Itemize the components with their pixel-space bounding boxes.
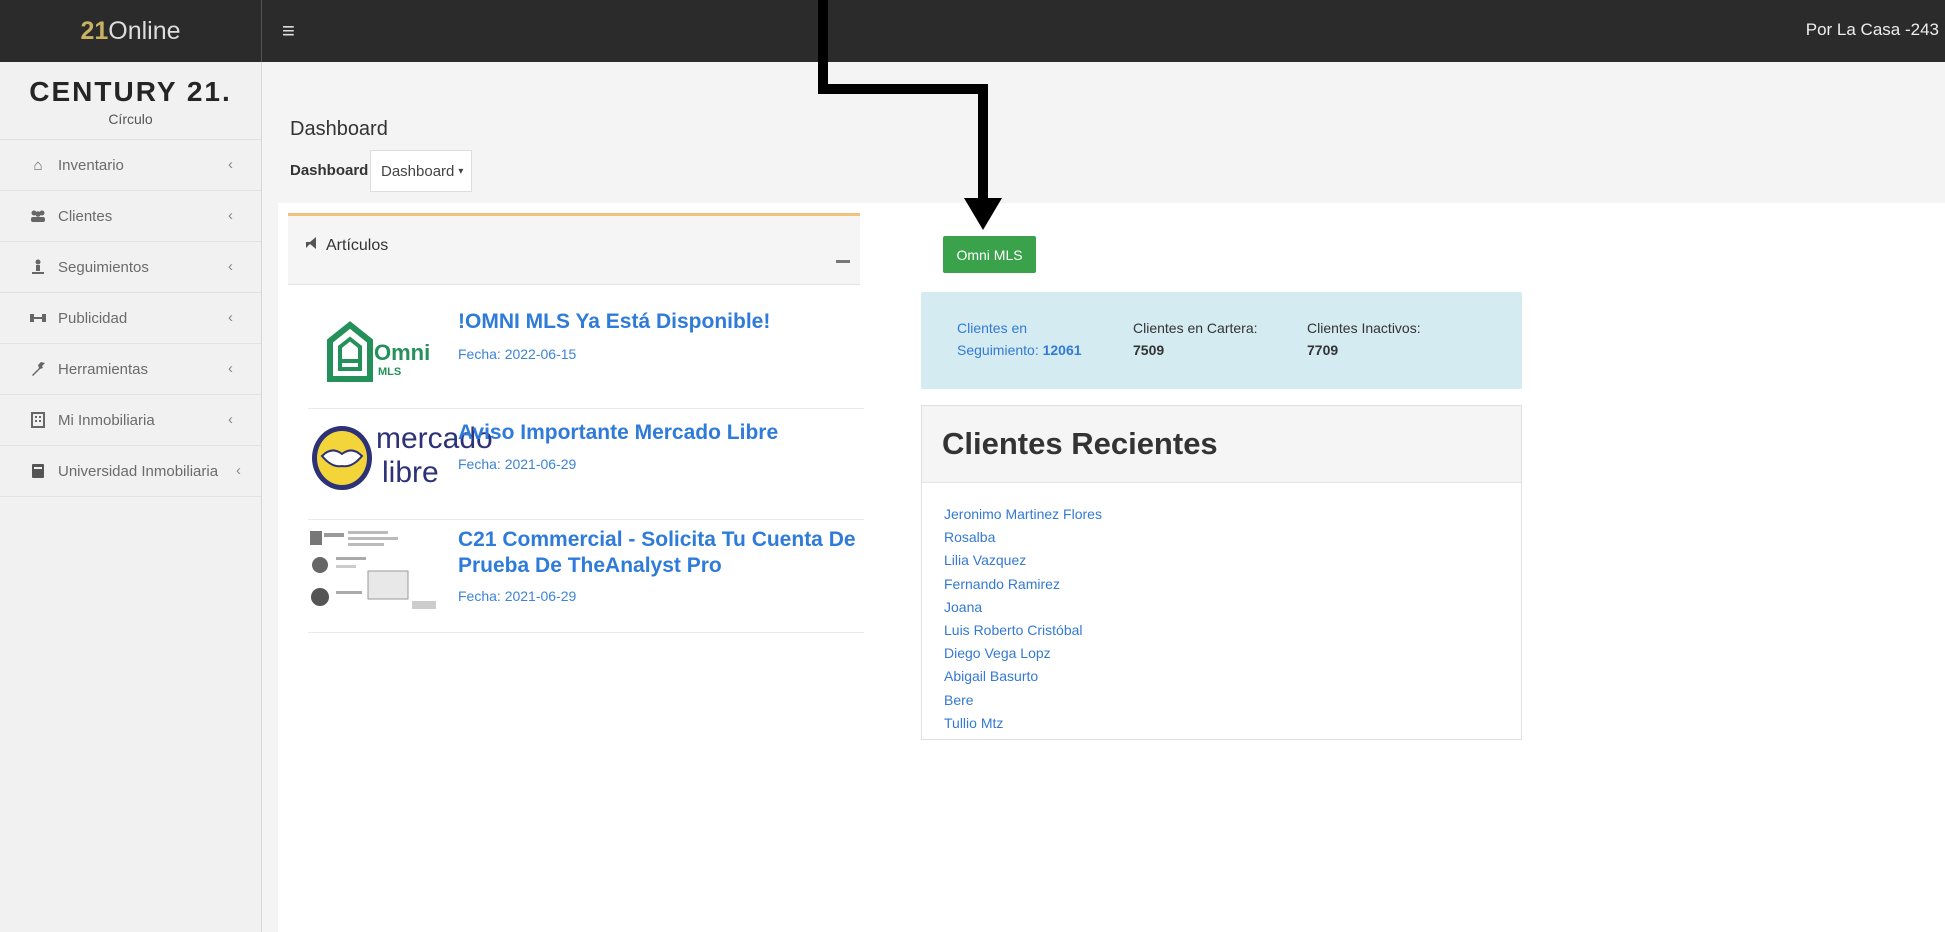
article-item[interactable]: Omni MLS !OMNI MLS Ya Está Disponible! F… xyxy=(308,299,864,409)
annotation-arrow-segment xyxy=(818,0,828,94)
mercado-logo-sub: libre xyxy=(382,456,439,489)
client-link[interactable]: Tullio Mtz xyxy=(944,712,1521,735)
omni-mls-button[interactable]: Omni MLS xyxy=(943,236,1036,273)
omni-logo-sub: MLS xyxy=(378,366,402,378)
recent-clients-panel: Clientes Recientes Jeronimo Martinez Flo… xyxy=(921,405,1522,740)
sidebar-item-label: Herramientas xyxy=(58,360,149,378)
wrench-icon xyxy=(28,361,48,377)
article-title-link[interactable]: !OMNI MLS Ya Está Disponible! xyxy=(458,309,770,335)
sidebar-item-label: Publicidad xyxy=(58,309,128,327)
caret-down-icon: ▾ xyxy=(458,165,464,177)
sidebar-item-label: Seguimientos xyxy=(58,258,149,276)
annotation-arrow-head xyxy=(964,198,1002,230)
chevron-left-icon: ‹ xyxy=(228,411,233,428)
book-icon xyxy=(28,463,48,479)
stat-seguimiento[interactable]: Clientes en Seguimiento: 12061 xyxy=(957,317,1082,361)
home-icon: ⌂ xyxy=(33,156,43,174)
omni-mls-logo: Omni MLS xyxy=(308,299,446,395)
chevron-left-icon: ‹ xyxy=(228,207,233,224)
client-link[interactable]: Diego Vega Lopz xyxy=(944,642,1521,665)
sidebar-item-inventario[interactable]: ⌂ Inventario ‹ xyxy=(0,140,261,191)
sidebar-item-label: Inventario xyxy=(58,156,124,174)
annotation-arrow-segment xyxy=(978,84,988,204)
sidebar: CENTURY 21. Círculo ⌂ Inventario ‹ Clien… xyxy=(0,62,262,932)
collapse-minus-icon[interactable] xyxy=(836,260,850,263)
chevron-left-icon: ‹ xyxy=(228,309,233,326)
chevron-left-icon: ‹ xyxy=(236,462,241,479)
stat-cartera-label: Clientes en Cartera: xyxy=(1133,320,1258,336)
client-link[interactable]: Abigail Basurto xyxy=(944,665,1521,688)
brand-number: 21 xyxy=(80,16,109,45)
dashboard-dropdown-value: Dashboard xyxy=(381,162,455,180)
chevron-left-icon: ‹ xyxy=(228,258,233,275)
user-menu[interactable]: Por La Casa -243 xyxy=(1806,20,1939,40)
mercado-libre-logo: mercado libre xyxy=(308,410,493,506)
articles-header: Artículos xyxy=(288,213,860,285)
stat-inactivos-value: 7709 xyxy=(1307,342,1339,358)
stat-cartera-value: 7509 xyxy=(1133,342,1165,358)
stat-seguimiento-label: Clientes en xyxy=(957,320,1028,336)
page-title: Dashboard xyxy=(290,118,388,140)
logo-main-text: CENTURY 21. xyxy=(29,76,232,107)
person-tracking-icon xyxy=(28,259,48,275)
article-item[interactable]: mercado libre Aviso Importante Mercado L… xyxy=(308,410,864,520)
theanalyst-pro-thumbnail xyxy=(308,521,446,617)
stat-inactivos-label: Clientes Inactivos: xyxy=(1307,320,1421,336)
client-link[interactable]: Bere xyxy=(944,689,1521,712)
client-link[interactable]: Luis Roberto Cristóbal xyxy=(944,619,1521,642)
sidebar-item-herramientas[interactable]: Herramientas ‹ xyxy=(0,344,261,395)
stat-cartera: Clientes en Cartera: 7509 xyxy=(1133,317,1258,361)
sidebar-item-label: Universidad Inmobiliaria xyxy=(58,462,219,480)
century21-logo: CENTURY 21. Círculo xyxy=(0,62,261,140)
articles-title-text: Artículos xyxy=(326,237,389,254)
logo-sub-text: Círculo xyxy=(108,111,153,127)
client-link[interactable]: Rosalba xyxy=(944,526,1521,549)
chevron-left-icon: ‹ xyxy=(228,156,233,173)
sidebar-item-label: Mi Inmobiliaria xyxy=(58,411,155,429)
omni-logo-word: Omni xyxy=(374,340,431,365)
client-link[interactable]: Fernando Ramirez xyxy=(944,573,1521,596)
chevron-left-icon: ‹ xyxy=(228,360,233,377)
stat-seguimiento-value: 12061 xyxy=(1042,342,1082,358)
top-navbar: 21 Online ≡ Por La Casa -243 xyxy=(0,0,1945,62)
brand-text: Online xyxy=(108,16,181,45)
article-date: Fecha: 2021-06-29 xyxy=(458,456,577,472)
users-icon xyxy=(28,208,48,224)
article-title-link[interactable]: Aviso Importante Mercado Libre xyxy=(458,420,778,446)
hamburger-icon[interactable]: ≡ xyxy=(282,18,308,44)
client-link[interactable]: Joana xyxy=(944,596,1521,619)
sidebar-item-label: Clientes xyxy=(58,207,113,225)
recent-clients-header: Clientes Recientes xyxy=(922,406,1521,483)
sidebar-item-publicidad[interactable]: Publicidad ‹ xyxy=(0,293,261,344)
article-date: Fecha: 2021-06-29 xyxy=(458,588,577,604)
recent-clients-title: Clientes Recientes xyxy=(942,426,1218,461)
stat-inactivos: Clientes Inactivos: 7709 xyxy=(1307,317,1421,361)
dashboard-select-label: Dashboard : xyxy=(290,162,378,179)
brand-logo[interactable]: 21 Online xyxy=(0,0,262,62)
article-title-link[interactable]: C21 Commercial - Solicita Tu Cuenta De P… xyxy=(458,527,864,579)
recent-clients-list: Jeronimo Martinez Flores Rosalba Lilia V… xyxy=(922,483,1521,735)
sidebar-item-clientes[interactable]: Clientes ‹ xyxy=(0,191,261,242)
sidebar-item-mi-inmobiliaria[interactable]: Mi Inmobiliaria ‹ xyxy=(0,395,261,446)
client-link[interactable]: Lilia Vazquez xyxy=(944,549,1521,572)
sidebar-item-seguimientos[interactable]: Seguimientos ‹ xyxy=(0,242,261,293)
bullhorn-icon xyxy=(28,310,48,326)
dashboard-dropdown[interactable]: Dashboard ▾ xyxy=(370,150,472,192)
stat-seguimiento-label-2: Seguimiento: xyxy=(957,342,1039,358)
article-date: Fecha: 2022-06-15 xyxy=(458,346,577,362)
annotation-arrow-segment xyxy=(818,84,988,94)
client-stats-box: Clientes en Seguimiento: 12061 Clientes … xyxy=(921,292,1522,389)
client-link[interactable]: Jeronimo Martinez Flores xyxy=(944,503,1521,526)
building-icon xyxy=(28,412,48,428)
article-item[interactable]: C21 Commercial - Solicita Tu Cuenta De P… xyxy=(308,521,864,633)
articles-title: Artículos xyxy=(304,236,388,255)
articles-icon xyxy=(304,236,320,254)
sidebar-item-universidad-inmobiliaria[interactable]: Universidad Inmobiliaria ‹ xyxy=(0,446,261,497)
